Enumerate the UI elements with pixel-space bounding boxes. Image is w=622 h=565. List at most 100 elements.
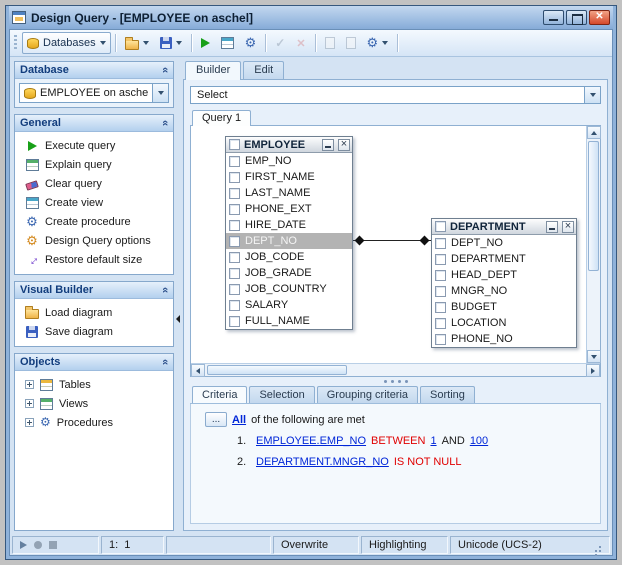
column-checkbox[interactable] — [229, 203, 240, 215]
tab-edit[interactable]: Edit — [243, 61, 285, 80]
scrollbar-thumb[interactable] — [207, 365, 347, 375]
sidebar-item-design-query-options[interactable]: Design Query options — [15, 231, 173, 250]
tab-selection[interactable]: Selection — [249, 386, 315, 403]
close-table-icon[interactable] — [338, 138, 350, 151]
database-section-header[interactable]: Database — [15, 62, 173, 79]
column-row[interactable]: SALARY — [226, 297, 352, 313]
column-row[interactable]: BUDGET — [432, 299, 576, 315]
close-button[interactable] — [589, 10, 610, 25]
column-checkbox[interactable] — [435, 333, 446, 345]
tree-item-tables[interactable]: Tables — [15, 375, 173, 394]
criteria-value-link[interactable]: 100 — [470, 435, 488, 447]
criteria-row-number[interactable]: 2. — [237, 456, 251, 468]
scrollbar-track[interactable] — [205, 364, 586, 376]
statusbar-highlighting[interactable]: Highlighting — [361, 536, 448, 554]
table-checkbox[interactable] — [435, 221, 446, 232]
maximize-button[interactable] — [566, 10, 587, 25]
criteria-field-link[interactable]: DEPARTMENT.MNGR_NO — [256, 456, 389, 468]
criteria-splitter[interactable] — [190, 377, 601, 386]
sidebar-item-create-procedure[interactable]: Create procedure — [15, 212, 173, 231]
general-section-header[interactable]: General — [15, 115, 173, 132]
minimize-button[interactable] — [543, 10, 564, 25]
statusbar-insert-mode[interactable]: Overwrite — [273, 536, 359, 554]
column-checkbox[interactable] — [435, 253, 446, 265]
criteria-field-link[interactable]: EMPLOYEE.EMP_NO — [256, 435, 366, 447]
scrollbar-track[interactable] — [587, 139, 600, 350]
column-row[interactable]: FIRST_NAME — [226, 169, 352, 185]
join-diamond-left[interactable] — [354, 235, 365, 246]
column-checkbox[interactable] — [229, 187, 240, 199]
column-row-highlighted[interactable]: DEPT_NO — [226, 233, 352, 249]
column-checkbox[interactable] — [229, 171, 240, 183]
expand-icon[interactable] — [25, 380, 34, 389]
sidebar-item-create-view[interactable]: Create view — [15, 193, 173, 212]
table-window-header[interactable]: EMPLOYEE — [226, 137, 352, 153]
column-checkbox[interactable] — [229, 155, 240, 167]
query-type-select[interactable]: Select — [190, 86, 601, 104]
column-checkbox[interactable] — [229, 315, 240, 327]
table-window-header[interactable]: DEPARTMENT — [432, 219, 576, 235]
canvas-horizontal-scrollbar[interactable] — [191, 363, 600, 377]
column-row[interactable]: FULL_NAME — [226, 313, 352, 329]
sidebar-item-execute-query[interactable]: Execute query — [15, 136, 173, 155]
tab-sorting[interactable]: Sorting — [420, 386, 475, 403]
tab-criteria[interactable]: Criteria — [192, 386, 248, 403]
close-table-icon[interactable] — [562, 220, 574, 233]
column-checkbox[interactable] — [435, 269, 446, 281]
column-checkbox[interactable] — [229, 251, 240, 263]
statusbar-encoding[interactable]: Unicode (UCS-2) — [450, 536, 610, 554]
query-options-button[interactable] — [240, 32, 262, 54]
criteria-menu-button[interactable]: ... — [205, 412, 227, 427]
paste-button[interactable] — [341, 32, 361, 54]
cancel-button[interactable] — [291, 32, 310, 54]
scrollbar-thumb[interactable] — [588, 141, 599, 271]
sidebar-item-load-diagram[interactable]: Load diagram — [15, 303, 173, 322]
column-row[interactable]: PHONE_EXT — [226, 201, 352, 217]
column-checkbox[interactable] — [229, 219, 240, 231]
column-checkbox[interactable] — [435, 317, 446, 329]
criteria-operator[interactable]: BETWEEN — [371, 435, 425, 447]
tab-grouping-criteria[interactable]: Grouping criteria — [316, 386, 419, 403]
macro-play-icon[interactable] — [20, 541, 27, 549]
scroll-up-button[interactable] — [587, 126, 601, 139]
column-row[interactable]: JOB_GRADE — [226, 265, 352, 281]
visual-builder-section-header[interactable]: Visual Builder — [15, 282, 173, 299]
tree-item-procedures[interactable]: Procedures — [15, 413, 173, 432]
column-row[interactable]: LOCATION — [432, 315, 576, 331]
scroll-left-button[interactable] — [191, 364, 205, 377]
query-results-button[interactable] — [216, 32, 239, 54]
sidebar-item-save-diagram[interactable]: Save diagram — [15, 322, 173, 341]
criteria-value-link[interactable]: 1 — [430, 435, 436, 447]
criteria-row-number[interactable]: 1. — [237, 435, 251, 447]
scroll-right-button[interactable] — [586, 364, 600, 377]
table-window-department[interactable]: DEPARTMENT DEPT_NO DEPARTMENT HEAD_DEPT — [431, 218, 577, 348]
column-checkbox[interactable] — [229, 267, 240, 279]
table-window-employee[interactable]: EMPLOYEE EMP_NO FIRST_NAME LAST_NAME — [225, 136, 353, 330]
expand-icon[interactable] — [25, 399, 34, 408]
objects-section-header[interactable]: Objects — [15, 354, 173, 371]
tree-item-views[interactable]: Views — [15, 394, 173, 413]
table-checkbox[interactable] — [229, 139, 240, 150]
column-row[interactable]: PHONE_NO — [432, 331, 576, 347]
execute-query-button[interactable] — [196, 32, 215, 54]
criteria-operator[interactable]: IS NOT NULL — [394, 456, 462, 468]
titlebar[interactable]: Design Query - [EMPLOYEE on aschel] — [9, 6, 613, 29]
sidebar-item-explain-query[interactable]: Explain query — [15, 155, 173, 174]
column-checkbox[interactable] — [435, 301, 446, 313]
column-row[interactable]: DEPT_NO — [432, 235, 576, 251]
open-button[interactable] — [120, 32, 154, 54]
column-row[interactable]: LAST_NAME — [226, 185, 352, 201]
minimize-table-icon[interactable] — [546, 220, 558, 233]
column-row[interactable]: MNGR_NO — [432, 283, 576, 299]
save-button[interactable] — [155, 32, 187, 54]
tab-query-1[interactable]: Query 1 — [192, 110, 252, 126]
canvas-vertical-scrollbar[interactable] — [586, 126, 601, 363]
join-diamond-right[interactable] — [419, 235, 430, 246]
column-checkbox[interactable] — [229, 235, 240, 247]
copy-button[interactable] — [320, 32, 340, 54]
macro-stop-icon[interactable] — [49, 541, 57, 549]
combo-dropdown-button[interactable] — [152, 84, 168, 102]
tools-button[interactable] — [362, 32, 394, 54]
macro-record-icon[interactable] — [34, 541, 42, 549]
column-row[interactable]: JOB_CODE — [226, 249, 352, 265]
